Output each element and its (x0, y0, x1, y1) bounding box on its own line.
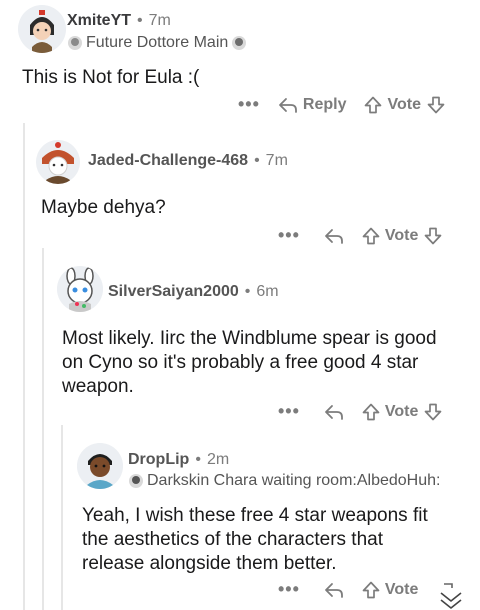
vote-label: Vote (384, 580, 419, 598)
comment-body-line: Most likely. Iirc the Windblume spear is… (62, 328, 437, 349)
upvote-icon (362, 227, 380, 244)
more-options-icon[interactable]: ••• (278, 579, 300, 600)
vote-label: Vote (384, 226, 419, 244)
comment-actions: ••• Vote (278, 579, 418, 600)
downvote-icon[interactable] (424, 403, 442, 421)
thread-line-2[interactable] (42, 248, 44, 610)
upvote-icon (362, 403, 380, 420)
upvote-button[interactable]: Vote (362, 227, 418, 245)
reply-icon (279, 97, 297, 113)
upvote-button[interactable]: Vote (364, 95, 421, 114)
user-flair: Darkskin Chara waiting room:AlbedoHuh: (128, 472, 440, 490)
flair-emote-icon (232, 36, 247, 50)
flair-emote-icon (129, 474, 143, 488)
upvote-icon (365, 96, 382, 113)
avatar[interactable] (36, 140, 80, 184)
reply-icon[interactable] (324, 403, 344, 421)
flair-text: Future Dottore Main (86, 34, 229, 51)
user-flair: Future Dottore Main (67, 34, 247, 52)
reply-button[interactable]: Reply (278, 95, 347, 114)
more-options-icon[interactable]: ••• (238, 94, 260, 115)
reply-icon[interactable] (324, 227, 344, 245)
vote-label: Vote (384, 402, 419, 420)
reply-label: Reply (302, 95, 347, 113)
more-options-icon[interactable]: ••• (278, 401, 300, 422)
avatar[interactable] (77, 443, 123, 489)
chevron-down-icon (440, 583, 462, 609)
comment-body-line: the aesthetics of the characters that (82, 529, 384, 550)
comment-body: This is Not for Eula :( (22, 67, 200, 88)
comment-body-line: weapon. (62, 376, 134, 397)
comment-body-line: release alongside them better. (82, 553, 337, 574)
comment-body: Maybe dehya? (41, 197, 166, 218)
flair-emote-icon (68, 36, 82, 50)
separator-dot: • (254, 152, 260, 169)
flair-text: Darkskin Chara waiting room:AlbedoHuh: (147, 472, 441, 489)
comment-body: Most likely. Iirc the Windblume spear is… (62, 327, 437, 399)
timestamp: 7m (148, 12, 171, 29)
downvote-icon[interactable] (427, 96, 445, 114)
username[interactable]: XmiteYT (67, 12, 131, 30)
comment-actions: ••• Reply Vote (238, 94, 445, 115)
vote-label: Vote (387, 95, 421, 113)
timestamp: 2m (206, 451, 230, 468)
comment-actions: ••• Vote (278, 401, 442, 422)
comment-body: Yeah, I wish these free 4 star weapons f… (82, 504, 428, 576)
username[interactable]: SilverSaiyan2000 (108, 283, 239, 301)
thread-line-1[interactable] (23, 123, 25, 610)
comment-body-line: Yeah, I wish these free 4 star weapons f… (82, 505, 428, 526)
comment-actions: ••• Vote (278, 225, 442, 246)
reply-icon[interactable] (324, 581, 344, 599)
upvote-button[interactable]: Vote (362, 403, 418, 421)
separator-dot: • (244, 283, 251, 300)
scroll-down-button[interactable] (428, 578, 474, 610)
downvote-icon[interactable] (424, 227, 442, 245)
avatar[interactable] (18, 5, 66, 53)
separator-dot: • (137, 12, 143, 29)
separator-dot: • (195, 451, 201, 468)
username[interactable]: DropLip (128, 451, 189, 469)
timestamp: 7m (265, 152, 288, 169)
avatar[interactable] (57, 266, 103, 312)
username[interactable]: Jaded-Challenge-468 (88, 152, 248, 170)
upvote-button[interactable]: Vote (362, 581, 418, 599)
timestamp: 6m (256, 283, 279, 300)
comment-body-line: on Cyno so it's probably a free good 4 s… (62, 352, 419, 373)
more-options-icon[interactable]: ••• (278, 225, 300, 246)
upvote-icon (362, 581, 380, 598)
thread-line-3[interactable] (61, 425, 63, 610)
